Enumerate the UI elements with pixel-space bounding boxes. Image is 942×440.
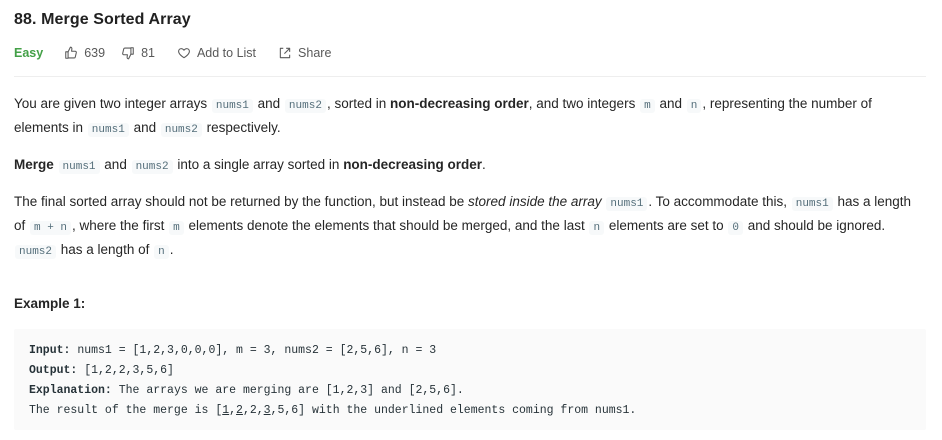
inline-code: nums2 (131, 160, 173, 174)
inline-code: nums1 (791, 197, 833, 211)
header-divider (14, 76, 926, 77)
example-text: ,5,6] with the underlined elements comin… (270, 404, 637, 417)
inline-code: 0 (728, 221, 743, 235)
add-to-list-button[interactable]: Add to List (177, 46, 256, 60)
page-title: 88. Merge Sorted Array (14, 11, 191, 28)
inline-code: n (154, 245, 169, 259)
share-label: Share (298, 46, 332, 60)
text: elements are set to (605, 218, 728, 233)
example-block: Input: nums1 = [1,2,3,0,0,0], m = 3, num… (14, 329, 926, 430)
like-button[interactable]: 639 (64, 46, 105, 60)
text: , sorted in (326, 96, 390, 111)
example-value: The arrays we are merging are [1,2,3] an… (111, 384, 464, 397)
underlined-element: 3 (263, 404, 271, 417)
example-text: , (229, 404, 237, 417)
example-explanation-line: Explanation: The arrays we are merging a… (29, 381, 911, 401)
inline-code: n (589, 221, 605, 235)
text: and (100, 157, 131, 172)
italic-text: stored inside the array (468, 194, 602, 209)
bold-text: Merge (14, 157, 54, 172)
inline-code: nums2 (15, 245, 57, 259)
example-result-line: The result of the merge is [1,2,2,3,5,6]… (29, 401, 911, 421)
inline-code: m (640, 99, 655, 113)
text: . To accommodate this, (648, 194, 791, 209)
inline-code: n (686, 99, 702, 113)
thumbs-down-icon (122, 47, 134, 60)
inline-code: m (169, 221, 184, 235)
inline-code: nums1 (211, 99, 253, 113)
text: and (655, 96, 686, 111)
inline-code: nums1 (58, 160, 100, 174)
add-to-list-label: Add to List (196, 46, 257, 60)
heart-icon (178, 48, 190, 59)
problem-description: You are given two integer arrays nums1 a… (14, 93, 919, 263)
example-input-line: Input: nums1 = [1,2,3,0,0,0], m = 3, num… (29, 341, 911, 361)
bold-text: non-decreasing order (343, 157, 482, 172)
dislike-count: 81 (141, 46, 155, 60)
text: elements denote the elements that should… (184, 218, 589, 233)
text: The final sorted array should not be ret… (14, 194, 469, 209)
dislike-button[interactable]: 81 (121, 46, 155, 60)
like-count: 639 (84, 46, 106, 60)
example-value: nums1 = [1,2,3,0,0,0], m = 3, nums2 = [2… (70, 344, 437, 357)
inline-code: nums2 (284, 99, 326, 113)
description-paragraph: You are given two integer arrays nums1 a… (14, 93, 919, 141)
text: . (481, 157, 486, 172)
example-title: Example 1: (14, 296, 86, 311)
bold-text: non-decreasing order (389, 96, 529, 111)
text: respectively. (202, 120, 281, 135)
problem-meta-bar: Easy 639 81 Add to List Share (14, 44, 353, 62)
inline-code: nums2 (160, 123, 202, 137)
text: and should be ignored. (743, 218, 886, 233)
inline-code: m + n (30, 221, 72, 235)
example-label: Output: (29, 364, 78, 377)
share-icon (279, 47, 291, 59)
example-value: [1,2,2,3,5,6] (77, 364, 174, 377)
example-text: ,2, (242, 404, 264, 417)
problem-page: 88. Merge Sorted Array Easy 639 81 Add t… (0, 0, 942, 440)
underlined-element: 2 (236, 404, 243, 417)
description-paragraph: Merge nums1 and nums2 into a single arra… (14, 154, 919, 178)
inline-code: nums1 (606, 197, 648, 211)
share-button[interactable]: Share (278, 46, 331, 60)
text: has a length of (57, 242, 154, 257)
text: into a single array sorted in (173, 157, 344, 172)
text: and (129, 120, 160, 135)
difficulty-badge: Easy (14, 46, 44, 60)
thumbs-up-icon (65, 46, 78, 59)
text: , and two integers (528, 96, 640, 111)
example-text: The result of the merge is [ (29, 404, 223, 417)
text: , where the first (72, 218, 169, 233)
example-label: Explanation: (29, 384, 112, 397)
description-paragraph: The final sorted array should not be ret… (14, 191, 919, 263)
text: and (253, 96, 284, 111)
text: . (169, 242, 174, 257)
text (602, 194, 606, 209)
inline-code: nums1 (87, 123, 129, 137)
text: You are given two integer arrays (14, 96, 211, 111)
example-output-line: Output: [1,2,2,3,5,6] (29, 361, 911, 381)
example-label: Input: (29, 344, 71, 357)
text (54, 157, 58, 172)
